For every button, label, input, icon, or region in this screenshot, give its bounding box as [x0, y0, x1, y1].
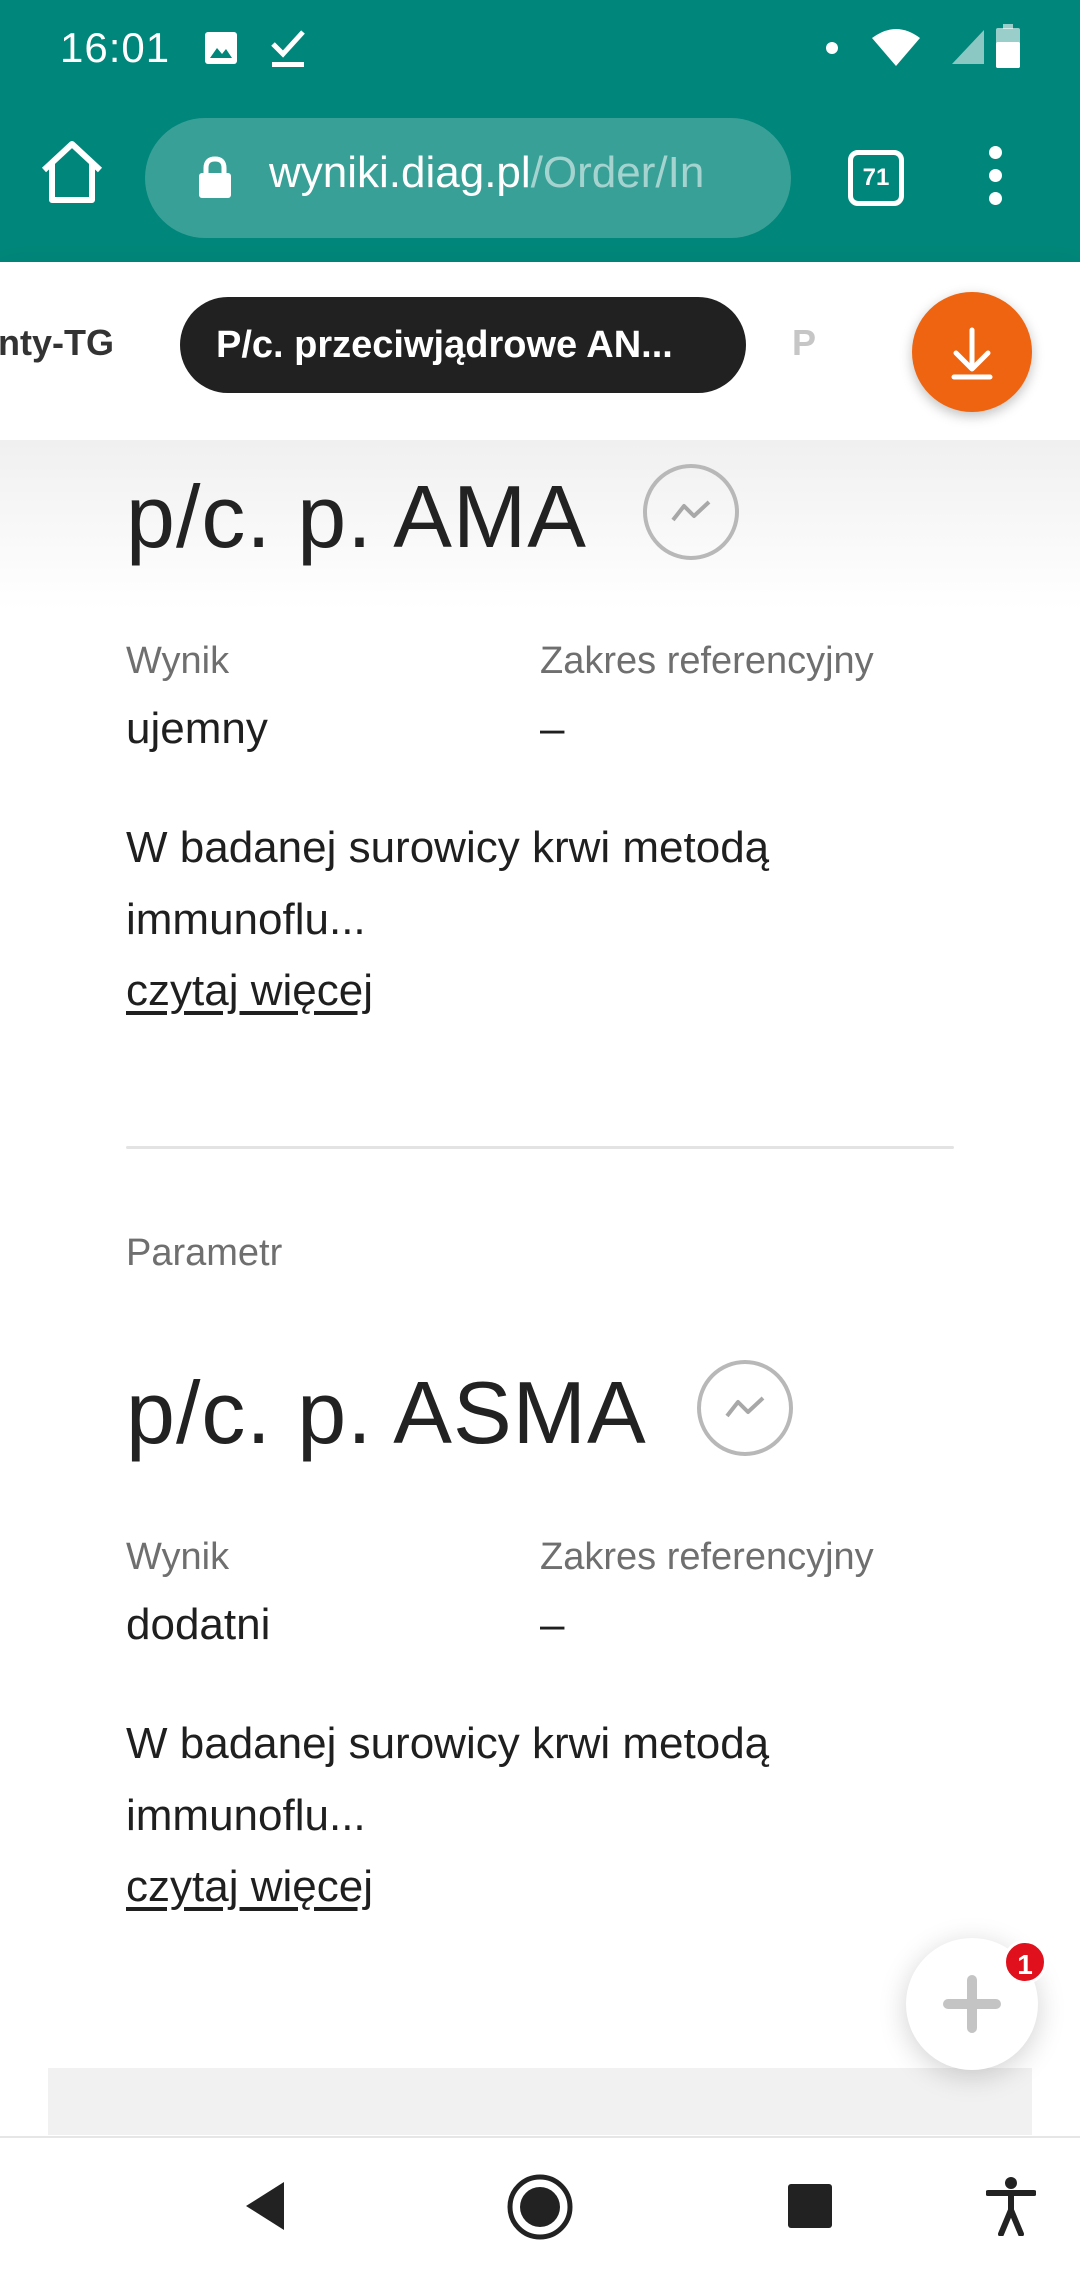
range-label: Zakres referencyjny: [540, 1536, 874, 1578]
url-bar[interactable]: wyniki.diag.pl/Order/In: [145, 118, 791, 238]
download-icon: [951, 327, 993, 380]
chip-partial-right[interactable]: P: [792, 322, 816, 364]
result-description: W badanej surowicy krwi metodą immunoflu…: [126, 1719, 770, 1840]
dot-icon: [826, 42, 838, 54]
browser-toolbar: wyniki.diag.pl/Order/In 71: [0, 98, 1080, 262]
chip-partial-left[interactable]: nty-TG: [0, 322, 114, 364]
read-more-link[interactable]: czytaj więcej: [126, 966, 373, 1016]
divider: [126, 1146, 954, 1149]
parameter-name: p/c. p. AMA: [126, 467, 587, 566]
trend-icon: [671, 500, 711, 522]
signal-icon: [952, 30, 984, 64]
home-icon[interactable]: [36, 136, 108, 208]
range-value: –: [540, 704, 565, 753]
notification-badge: 1: [1003, 1940, 1047, 1984]
result-description: W badanej surowicy krwi metodą immunoflu…: [126, 823, 770, 944]
range-label: Zakres referencyjny: [540, 640, 874, 682]
url-path: /Order/In: [530, 148, 705, 197]
recents-icon[interactable]: [786, 2182, 834, 2230]
url-domain: wyniki.diag.pl: [269, 148, 531, 197]
status-time: 16:01: [60, 24, 171, 71]
url-text: wyniki.diag.pl/Order/In: [269, 148, 704, 198]
status-bar: 16:01: [0, 0, 1080, 98]
result-value: ujemny: [126, 704, 268, 753]
section-label: Parametr: [126, 1232, 283, 1274]
battery-icon: [996, 24, 1020, 68]
result-label: Wynik: [126, 640, 230, 682]
result-label: Wynik: [126, 1536, 230, 1578]
download-button[interactable]: [912, 292, 1032, 412]
check-icon: [271, 30, 305, 67]
parameter-name: p/c. p. ASMA: [126, 1363, 647, 1462]
accessibility-icon[interactable]: [986, 2176, 1036, 2236]
trend-icon: [725, 1396, 765, 1418]
wifi-icon: [872, 29, 920, 66]
lock-icon: [199, 156, 231, 198]
back-icon[interactable]: [240, 2178, 296, 2234]
read-more-link[interactable]: czytaj więcej: [126, 1862, 373, 1912]
trend-chart-button[interactable]: [643, 464, 739, 560]
image-icon: [205, 32, 237, 64]
category-chips: nty-TG P/c. przeciwjądrowe AN... P: [0, 262, 1080, 440]
trend-chart-button[interactable]: [697, 1360, 793, 1456]
range-value: –: [540, 1600, 565, 1649]
more-menu-icon[interactable]: [980, 146, 1010, 210]
chip-active[interactable]: P/c. przeciwjądrowe AN...: [180, 297, 746, 393]
system-nav-bar: [0, 2136, 1080, 2280]
tab-switcher-button[interactable]: 71: [848, 150, 904, 206]
home-circle-icon[interactable]: [505, 2172, 575, 2242]
next-card: [48, 2068, 1032, 2135]
results-content: p/c. p. AMA Wynik Zakres referencyjny uj…: [0, 440, 1080, 2135]
result-value: dodatni: [126, 1600, 271, 1649]
